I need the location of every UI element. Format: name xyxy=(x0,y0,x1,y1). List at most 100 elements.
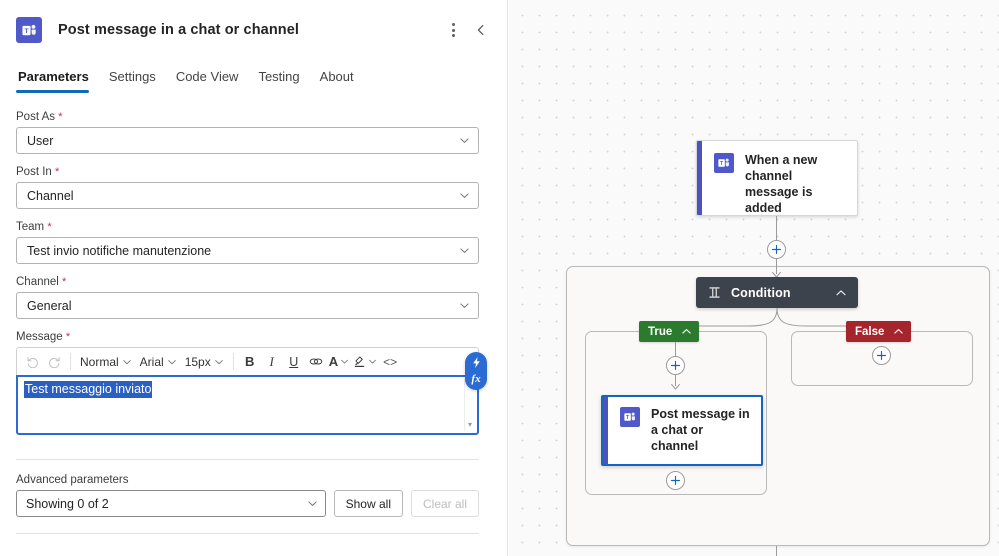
page-title: Post message in a chat or channel xyxy=(58,22,300,38)
post-in-value: Channel xyxy=(27,188,74,203)
branch-false-tag[interactable]: False xyxy=(846,321,912,342)
app-root: T Post message in a chat or channel Para… xyxy=(0,0,999,556)
trigger-node[interactable]: T When a new channel message is added xyxy=(696,140,858,216)
font-size-select[interactable]: 15px xyxy=(181,351,228,373)
action-node-post-message[interactable]: T Post message in a chat or channel xyxy=(601,395,763,466)
chevron-down-icon xyxy=(307,498,318,509)
plus-icon xyxy=(771,244,782,255)
post-in-select[interactable]: Channel xyxy=(16,182,479,209)
lightning-icon xyxy=(472,357,480,368)
add-step-true-top[interactable] xyxy=(666,356,685,375)
channel-select[interactable]: General xyxy=(16,292,479,319)
font-color-label: A xyxy=(328,354,339,369)
field-channel: Channel * General xyxy=(16,276,479,319)
teams-icon: T xyxy=(620,407,640,427)
font-family-value: Arial xyxy=(139,354,164,369)
rte-toolbar: Normal Arial 15px B I U A <> xyxy=(16,347,479,375)
advanced-parameters-label: Advanced parameters xyxy=(16,474,129,486)
tab-testing[interactable]: Testing xyxy=(248,65,309,93)
kebab-icon xyxy=(451,23,455,37)
underline-button[interactable]: U xyxy=(283,351,305,373)
team-value: Test invio notifiche manutenzione xyxy=(27,243,212,258)
trigger-node-title: When a new channel message is added xyxy=(745,153,818,215)
chevron-down-icon xyxy=(459,135,470,146)
condition-node-title: Condition xyxy=(731,285,791,300)
tab-code-view[interactable]: Code View xyxy=(166,65,249,93)
toolbar-divider xyxy=(232,353,234,370)
field-label: Message * xyxy=(16,331,71,343)
field-label: Channel * xyxy=(16,276,67,288)
link-icon[interactable] xyxy=(305,351,327,373)
message-editor: Normal Arial 15px B I U A <> Test messag… xyxy=(16,347,487,435)
edge-true-plus xyxy=(675,342,676,356)
node-footer xyxy=(608,464,761,466)
undo-icon[interactable] xyxy=(21,351,43,373)
plus-icon xyxy=(670,360,681,371)
paragraph-style-select[interactable]: Normal xyxy=(76,351,136,373)
panel-tabs: Parameters Settings Code View Testing Ab… xyxy=(0,43,507,93)
code-view-button[interactable]: <> xyxy=(379,351,401,373)
post-as-select[interactable]: User xyxy=(16,127,479,154)
expression-fx-label: fx xyxy=(471,373,481,385)
teams-icon: T xyxy=(16,17,42,43)
chevron-down-icon xyxy=(459,245,470,256)
edge-scope-bottom xyxy=(776,546,777,556)
chevron-down-icon xyxy=(341,359,349,364)
chevron-down-icon xyxy=(459,190,470,201)
tab-settings[interactable]: Settings xyxy=(99,65,166,93)
field-label: Post In * xyxy=(16,166,60,178)
branch-false-label: False xyxy=(855,325,885,338)
branch-true-tag[interactable]: True xyxy=(639,321,700,342)
show-all-button[interactable]: Show all xyxy=(333,490,403,517)
flow-canvas[interactable]: T When a new channel message is added Co… xyxy=(508,0,999,556)
advanced-parameters-value: Showing 0 of 2 xyxy=(26,496,109,511)
tab-about[interactable]: About xyxy=(310,65,364,93)
team-select[interactable]: Test invio notifiche manutenzione xyxy=(16,237,479,264)
field-post-as: Post As * User xyxy=(16,111,479,154)
chevron-down-icon xyxy=(122,359,131,364)
add-step-true-bottom[interactable] xyxy=(666,471,685,490)
chevron-down-icon xyxy=(369,359,377,364)
paragraph-style-value: Normal xyxy=(80,354,119,369)
field-team: Team * Test invio notifiche manutenzione xyxy=(16,221,479,264)
italic-button[interactable]: I xyxy=(261,351,283,373)
field-message: Message * Normal Arial 15px B I U A <> T… xyxy=(16,331,487,435)
chevron-left-icon xyxy=(477,24,484,36)
add-step-after-trigger[interactable] xyxy=(767,240,786,259)
message-text: Test messaggio inviato xyxy=(24,381,153,398)
dynamic-content-pill[interactable]: fx xyxy=(465,352,487,390)
tab-parameters[interactable]: Parameters xyxy=(16,65,99,93)
toolbar-divider xyxy=(70,353,71,370)
link-connection-icon xyxy=(739,465,752,466)
message-input[interactable]: Test messaggio inviato ▾ xyxy=(16,375,479,435)
section-divider xyxy=(16,533,479,534)
highlight-icon[interactable] xyxy=(351,351,379,373)
advanced-parameters-select[interactable]: Showing 0 of 2 xyxy=(16,490,326,517)
font-size-value: 15px xyxy=(184,354,211,369)
parameters-form: Post As * User Post In * Channel Team * … xyxy=(0,93,507,435)
add-step-false[interactable] xyxy=(872,346,891,365)
collapse-panel-button[interactable] xyxy=(469,18,493,42)
action-node-title: Post message in a chat or channel xyxy=(651,407,750,453)
font-color-button[interactable]: A xyxy=(327,351,351,373)
advanced-parameters-section: Advanced parameters Showing 0 of 2 Show … xyxy=(0,460,507,517)
chevron-up-icon[interactable] xyxy=(835,287,847,299)
chevron-down-icon xyxy=(459,300,470,311)
plus-icon xyxy=(670,475,681,486)
chevron-down-icon xyxy=(167,359,176,364)
chevron-up-icon xyxy=(894,329,904,334)
redo-icon[interactable] xyxy=(43,351,65,373)
condition-icon xyxy=(709,287,720,298)
channel-value: General xyxy=(27,298,72,313)
condition-node[interactable]: Condition xyxy=(696,277,858,308)
clear-all-button: Clear all xyxy=(410,490,479,517)
font-family-select[interactable]: Arial xyxy=(136,351,181,373)
post-as-value: User xyxy=(27,133,54,148)
more-options-button[interactable] xyxy=(441,18,465,42)
advanced-parameters-row: Showing 0 of 2 Show all Clear all xyxy=(16,490,479,517)
action-details-panel: T Post message in a chat or channel Para… xyxy=(0,0,508,556)
bold-button[interactable]: B xyxy=(239,351,261,373)
branch-true-label: True xyxy=(648,325,673,338)
chevron-down-icon xyxy=(214,359,223,364)
plus-icon xyxy=(876,350,887,361)
